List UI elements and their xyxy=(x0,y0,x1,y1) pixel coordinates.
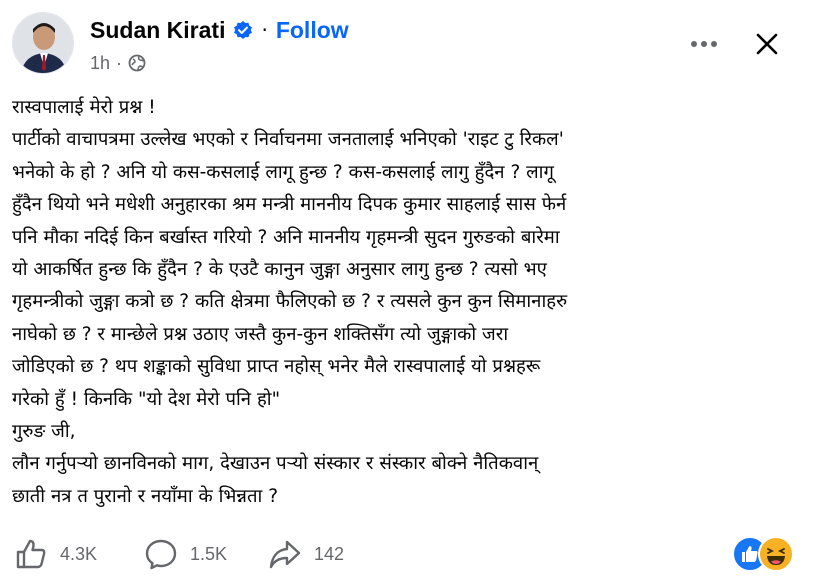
post-meta: 1h · xyxy=(90,50,146,76)
post-line: भनेको के हो ? अनि यो कस-कसलाई लागू हुन्छ… xyxy=(12,161,554,183)
author-name[interactable]: Sudan Kirati xyxy=(90,17,225,44)
reactions-summary[interactable] xyxy=(732,534,796,572)
meta-separator: · xyxy=(116,52,123,73)
comment-count: 1.5K xyxy=(190,543,228,564)
post-line: गरेको हुँ ! किनकि "यो देश मेरो पनि हो" xyxy=(12,388,281,410)
like-count: 4.3K xyxy=(60,543,98,564)
post-line: छाती नत्र त पुरानो र नयाँमा के भिन्नता ? xyxy=(12,485,279,507)
haha-reaction-icon xyxy=(758,536,794,572)
comment-button[interactable]: 1.5K xyxy=(144,537,227,571)
post-line: पार्टीको वाचापत्रमा उल्लेख भएको र निर्वा… xyxy=(12,129,564,151)
post-actions: 4.3K 1.5K 142 xyxy=(0,532,813,576)
share-button[interactable]: 142 xyxy=(268,537,344,571)
more-options-button[interactable] xyxy=(684,28,724,60)
post-line: रास्वपालाई मेरो प्रश्न ! xyxy=(12,97,156,118)
globe-icon[interactable] xyxy=(128,54,146,72)
post-line: लौन गर्नुपर्‍यो छानविनको माग, देखाउन पर्… xyxy=(12,453,539,475)
verified-badge-icon xyxy=(233,20,253,40)
follow-button[interactable]: Follow xyxy=(276,17,349,44)
post-line: जोडिएको छ ? थप शङ्काको सुविधा प्राप्त नह… xyxy=(12,356,541,378)
post-body: रास्वपालाई मेरो प्रश्न ! पार्टीको वाचापत… xyxy=(12,92,802,513)
name-separator: · xyxy=(261,18,268,42)
share-icon xyxy=(269,540,301,569)
post-line: पनि मौका नदिई किन बर्खास्त गरियो ? अनि म… xyxy=(12,226,560,248)
avatar-portrait xyxy=(13,13,73,73)
post-line: हुँदैन थियो भने मधेशी अनुहारका श्रम मन्त… xyxy=(12,194,567,216)
close-button[interactable] xyxy=(745,22,789,66)
close-icon xyxy=(756,33,778,55)
post-line: यो आकर्षित हुन्छ कि हुँदैन ? के एउटै कान… xyxy=(12,258,547,280)
comment-icon xyxy=(145,539,177,570)
share-count: 142 xyxy=(314,543,345,564)
like-button[interactable]: 4.3K xyxy=(14,537,97,571)
like-icon xyxy=(16,539,46,569)
more-options-icon xyxy=(691,41,697,47)
post-line: नाघेको छ ? र मान्छेले प्रश्न उठाए जस्तै … xyxy=(12,323,509,345)
post-line: गुरुङ जी, xyxy=(12,420,76,442)
author-avatar[interactable] xyxy=(12,12,74,74)
post-line: गृहमन्त्रीको जुङ्गा कत्रो छ ? कति क्षेत्… xyxy=(12,291,568,313)
post-header: Sudan Kirati · Follow xyxy=(90,14,349,46)
post-timestamp[interactable]: 1h xyxy=(90,53,110,74)
